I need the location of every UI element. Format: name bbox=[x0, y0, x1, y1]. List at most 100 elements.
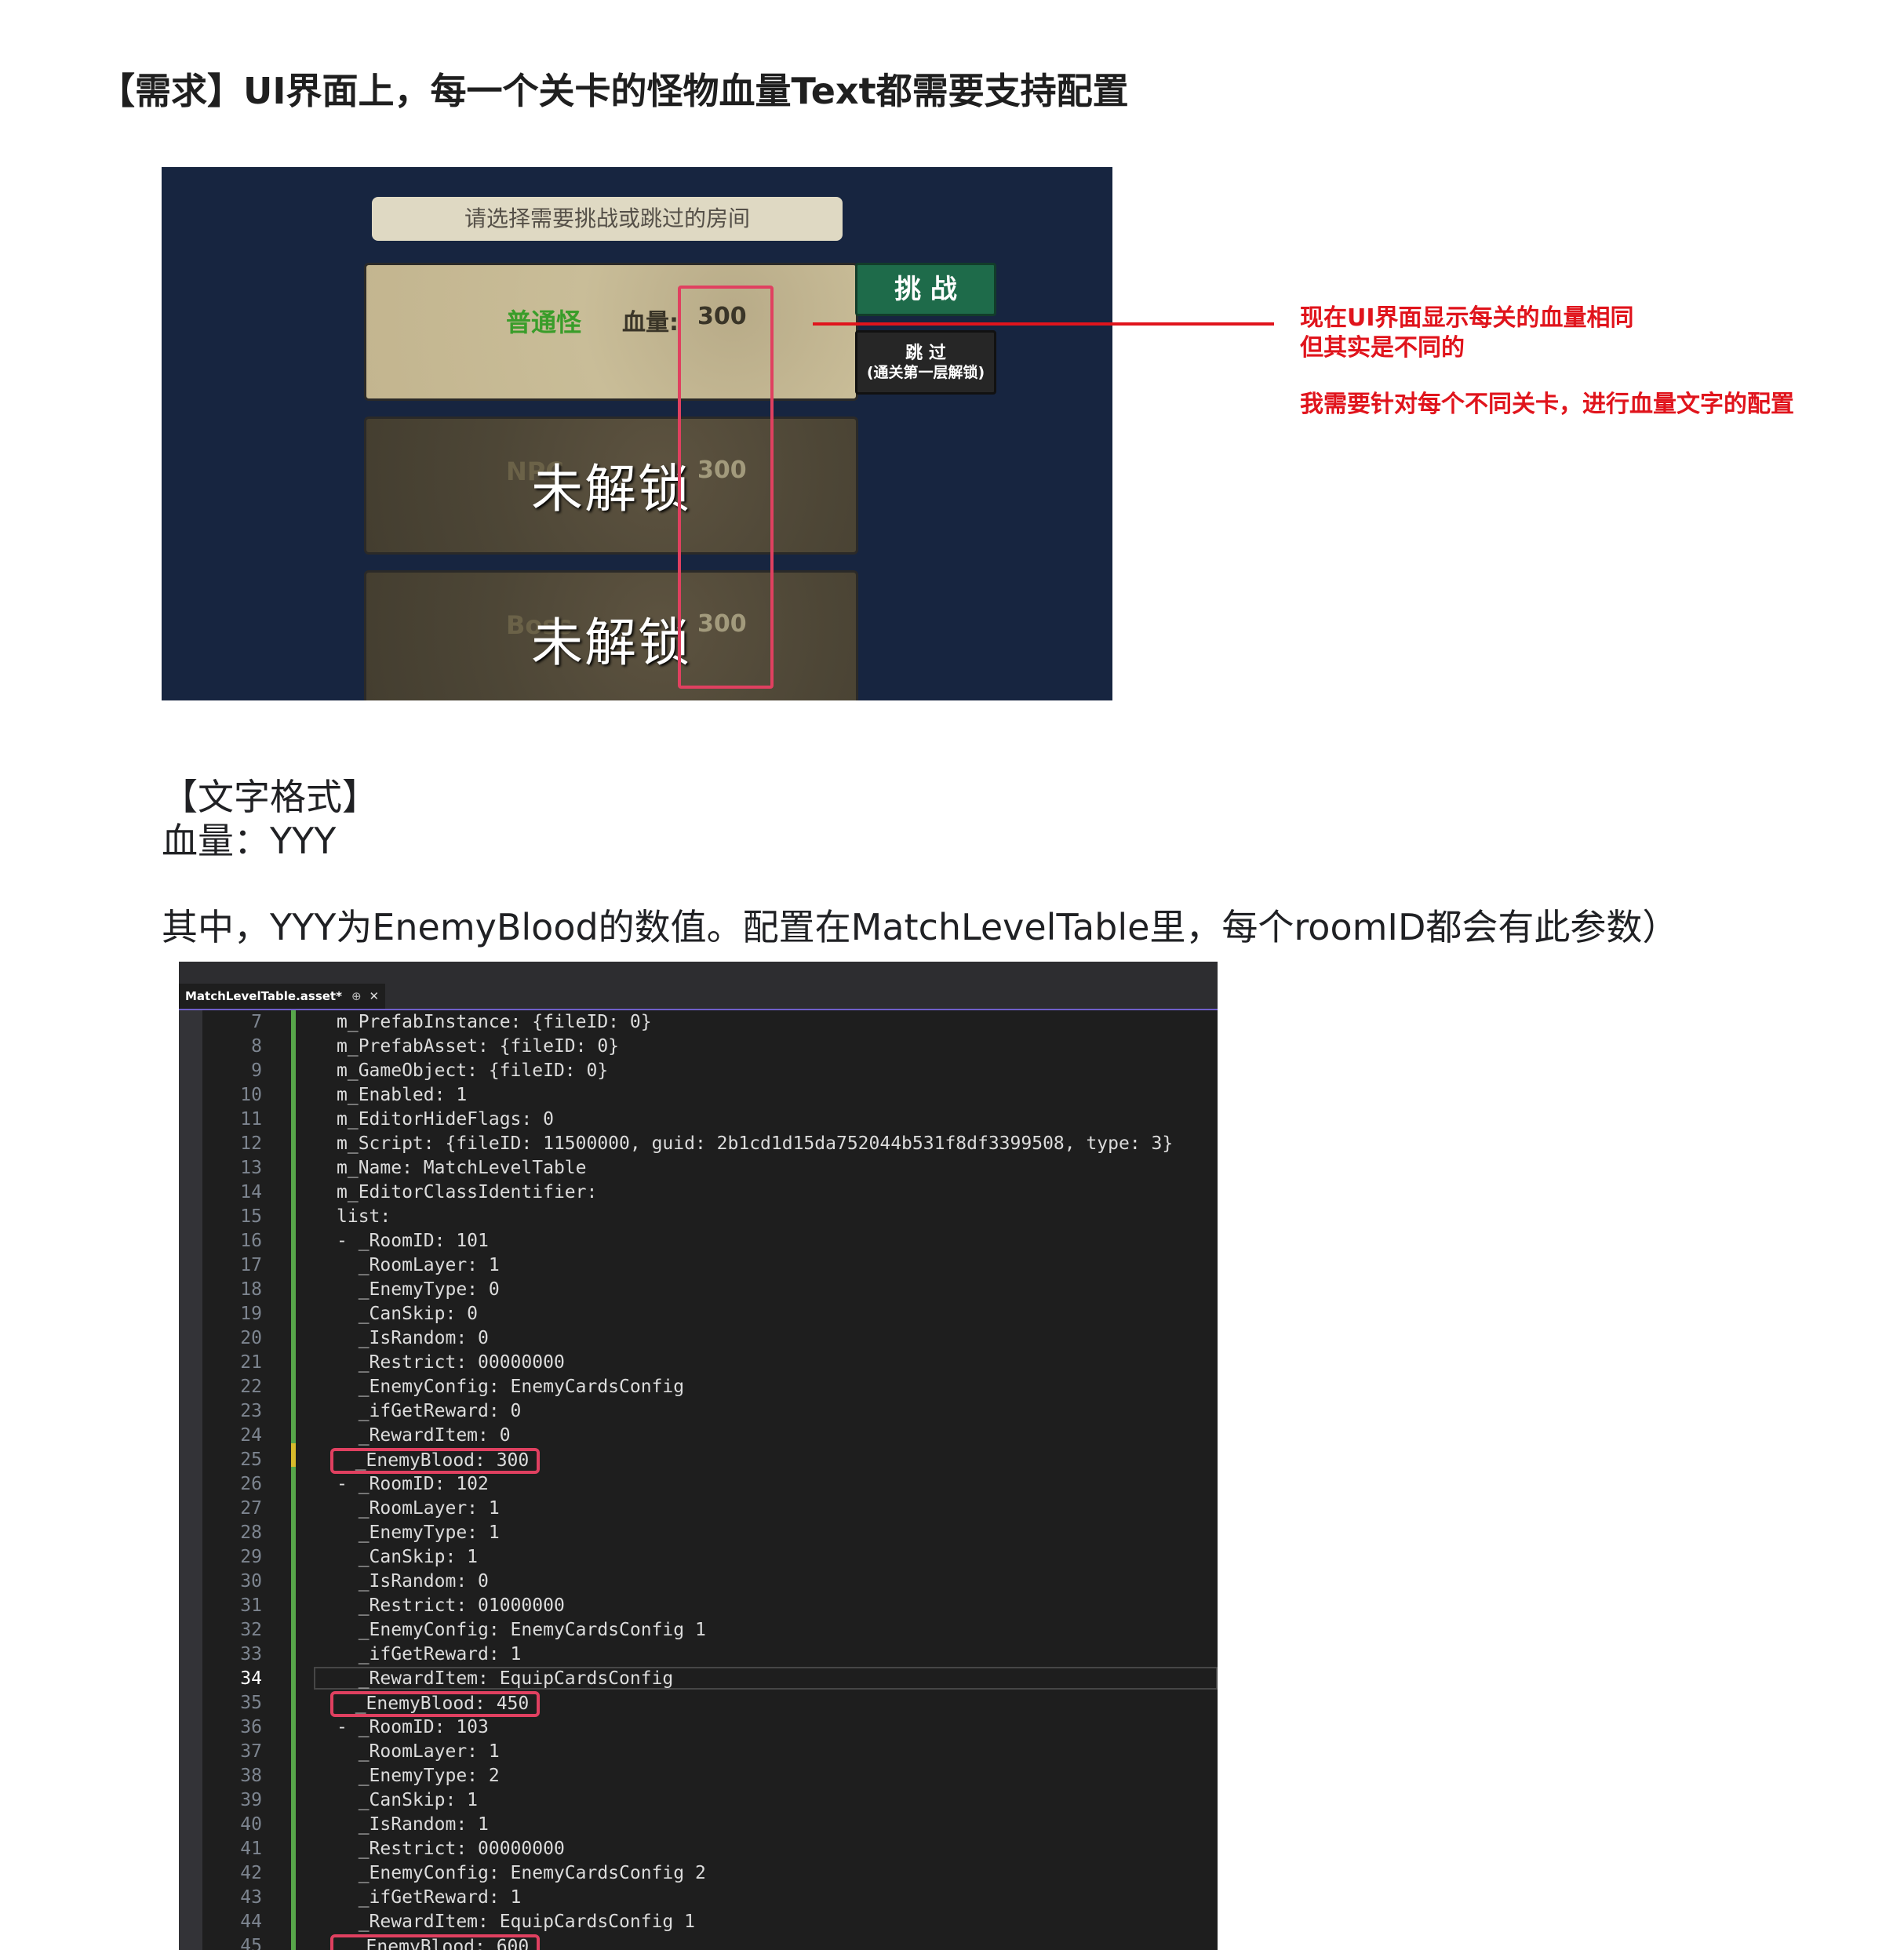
code-line[interactable]: 25 _EnemyBlood: 300 bbox=[179, 1448, 1218, 1474]
code-line[interactable]: 20 _IsRandom: 0 bbox=[179, 1326, 1218, 1351]
line-number: 27 bbox=[240, 1498, 262, 1519]
line-number: 39 bbox=[240, 1790, 262, 1810]
code-line[interactable]: 8 m_PrefabAsset: {fileID: 0} bbox=[179, 1035, 1218, 1059]
code-line[interactable]: 23 _ifGetReward: 0 bbox=[179, 1399, 1218, 1424]
code-line[interactable]: 31 _Restrict: 01000000 bbox=[179, 1594, 1218, 1618]
code-line[interactable]: 38 _EnemyType: 2 bbox=[179, 1764, 1218, 1788]
code-line[interactable]: 22 _EnemyConfig: EnemyCardsConfig bbox=[179, 1375, 1218, 1399]
code-text: _ifGetReward: 1 bbox=[337, 1887, 522, 1908]
code-text: _CanSkip: 0 bbox=[337, 1304, 479, 1324]
code-lines[interactable]: 7 m_PrefabInstance: {fileID: 0} 8 m_PrefabA… bbox=[179, 1010, 1218, 1950]
code-text: _IsRandom: 0 bbox=[337, 1328, 489, 1348]
code-line[interactable]: 30 _IsRandom: 0 bbox=[179, 1570, 1218, 1594]
code-text: _RewardItem: 0 bbox=[337, 1425, 511, 1446]
editor-tab[interactable]: MatchLevelTable.asset* ⊕ ✕ bbox=[179, 984, 386, 1009]
code-line[interactable]: 32 _EnemyConfig: EnemyCardsConfig 1 bbox=[179, 1618, 1218, 1643]
room-card-npc[interactable]: NPC 300 未解锁 bbox=[364, 417, 858, 555]
challenge-button[interactable]: 挑 战 bbox=[855, 263, 996, 316]
code-text: m_Script: {fileID: 11500000, guid: 2b1cd… bbox=[337, 1133, 1174, 1154]
code-line[interactable]: 27 _RoomLayer: 1 bbox=[179, 1497, 1218, 1521]
code-line[interactable]: 35 _EnemyBlood: 450 bbox=[179, 1691, 1218, 1717]
code-editor-screenshot: MatchLevelTable.asset* ⊕ ✕ 7 m_PrefabInstan… bbox=[179, 962, 1218, 1950]
line-number: 13 bbox=[240, 1158, 262, 1178]
code-line[interactable]: 10 m_Enabled: 1 bbox=[179, 1083, 1218, 1108]
line-number: 9 bbox=[251, 1060, 262, 1081]
code-text: m_PrefabAsset: {fileID: 0} bbox=[337, 1036, 620, 1057]
game-screenshot: 请选择需要挑战或跳过的房间 普通怪 血量: 300 NPC 300 未解锁 Bo… bbox=[162, 167, 1112, 700]
code-line[interactable]: 19 _CanSkip: 0 bbox=[179, 1302, 1218, 1326]
line-number: 25 bbox=[240, 1450, 262, 1470]
room-card-normal[interactable]: 普通怪 血量: 300 bbox=[364, 263, 858, 401]
line-number: 11 bbox=[240, 1109, 262, 1130]
format-line: 血量：YYY bbox=[162, 820, 337, 862]
code-line[interactable]: 26 - _RoomID: 102 bbox=[179, 1472, 1218, 1497]
code-text: m_Name: MatchLevelTable bbox=[337, 1158, 587, 1178]
code-line[interactable]: 36 - _RoomID: 103 bbox=[179, 1715, 1218, 1740]
code-text: _EnemyConfig: EnemyCardsConfig 1 bbox=[337, 1620, 706, 1640]
code-text: _EnemyType: 2 bbox=[337, 1766, 500, 1786]
code-line[interactable]: 13 m_Name: MatchLevelTable bbox=[179, 1156, 1218, 1181]
code-text: _RoomLayer: 1 bbox=[337, 1255, 500, 1275]
code-text: _CanSkip: 1 bbox=[337, 1790, 479, 1810]
code-text: _RewardItem: EquipCardsConfig 1 bbox=[337, 1912, 695, 1932]
line-number: 28 bbox=[240, 1523, 262, 1543]
code-text: _EnemyType: 1 bbox=[337, 1523, 500, 1543]
line-number: 26 bbox=[240, 1474, 262, 1494]
line-number: 45 bbox=[240, 1936, 262, 1950]
code-text: m_Enabled: 1 bbox=[337, 1085, 468, 1105]
code-line[interactable]: 17 _RoomLayer: 1 bbox=[179, 1253, 1218, 1278]
code-line[interactable]: 37 _RoomLayer: 1 bbox=[179, 1740, 1218, 1764]
format-description: 其中，YYY为EnemyBlood的数值。配置在MatchLevelTable里… bbox=[162, 906, 1679, 948]
code-line[interactable]: 44 _RewardItem: EquipCardsConfig 1 bbox=[179, 1910, 1218, 1934]
code-line[interactable]: 43 _ifGetReward: 1 bbox=[179, 1886, 1218, 1910]
code-line[interactable]: 14 m_EditorClassIdentifier: bbox=[179, 1181, 1218, 1205]
line-number: 31 bbox=[240, 1595, 262, 1616]
code-line[interactable]: 24 _RewardItem: 0 bbox=[179, 1424, 1218, 1448]
code-line[interactable]: 42 _EnemyConfig: EnemyCardsConfig 2 bbox=[179, 1861, 1218, 1886]
code-line[interactable]: 12 m_Script: {fileID: 11500000, guid: 2b1… bbox=[179, 1132, 1218, 1156]
code-text: m_EditorClassIdentifier: bbox=[337, 1182, 598, 1202]
skip-button[interactable]: 跳 过 (通关第一层解锁) bbox=[855, 330, 996, 395]
code-text: - _RoomID: 102 bbox=[337, 1474, 489, 1494]
line-number: 12 bbox=[240, 1133, 262, 1154]
code-text: _EnemyConfig: EnemyCardsConfig 2 bbox=[337, 1863, 706, 1883]
line-number: 21 bbox=[240, 1352, 262, 1373]
code-line[interactable]: 28 _EnemyType: 1 bbox=[179, 1521, 1218, 1545]
line-number: 35 bbox=[240, 1693, 262, 1713]
code-line[interactable]: 7 m_PrefabInstance: {fileID: 0} bbox=[179, 1010, 1218, 1035]
code-text: _RewardItem: EquipCardsConfig bbox=[337, 1668, 674, 1689]
blood-column-highlight-box bbox=[678, 286, 774, 689]
code-text: _Restrict: 00000000 bbox=[337, 1352, 565, 1373]
line-number: 15 bbox=[240, 1206, 262, 1227]
line-number: 10 bbox=[240, 1085, 262, 1105]
code-text: _ifGetReward: 0 bbox=[337, 1401, 522, 1421]
enemy-blood-highlight: _EnemyBlood: 450 bbox=[330, 1691, 541, 1717]
room-select-title: 请选择需要挑战或跳过的房间 bbox=[372, 197, 843, 241]
enemy-blood-highlight: _EnemyBlood: 300 bbox=[330, 1448, 541, 1474]
editor-tab-label: MatchLevelTable.asset* bbox=[185, 989, 342, 1003]
code-line[interactable]: 34 _RewardItem: EquipCardsConfig bbox=[179, 1667, 1218, 1691]
line-number: 29 bbox=[240, 1547, 262, 1567]
code-line[interactable]: 45 _EnemyBlood: 600 bbox=[179, 1934, 1218, 1950]
code-line[interactable]: 29 _CanSkip: 1 bbox=[179, 1545, 1218, 1570]
annotation-pointer-line bbox=[813, 322, 1274, 326]
code-line[interactable]: 39 _CanSkip: 1 bbox=[179, 1788, 1218, 1813]
line-number: 40 bbox=[240, 1814, 262, 1835]
code-line[interactable]: 15 list: bbox=[179, 1205, 1218, 1229]
code-line[interactable]: 9 m_GameObject: {fileID: 0} bbox=[179, 1059, 1218, 1083]
room-card-boss[interactable]: Boss 300 未解锁 bbox=[364, 570, 858, 700]
code-text: _EnemyConfig: EnemyCardsConfig bbox=[337, 1377, 685, 1397]
code-line[interactable]: 33 _ifGetReward: 1 bbox=[179, 1643, 1218, 1667]
code-line[interactable]: 18 _EnemyType: 0 bbox=[179, 1278, 1218, 1302]
code-line[interactable]: 16 - _RoomID: 101 bbox=[179, 1229, 1218, 1253]
code-text: _IsRandom: 1 bbox=[337, 1814, 489, 1835]
code-line[interactable]: 21 _Restrict: 00000000 bbox=[179, 1351, 1218, 1375]
close-icon[interactable]: ✕ bbox=[370, 989, 380, 1003]
code-line[interactable]: 11 m_EditorHideFlags: 0 bbox=[179, 1108, 1218, 1132]
line-number: 43 bbox=[240, 1887, 262, 1908]
code-text: _Restrict: 01000000 bbox=[337, 1595, 565, 1616]
code-line[interactable]: 41 _Restrict: 00000000 bbox=[179, 1837, 1218, 1861]
code-line[interactable]: 40 _IsRandom: 1 bbox=[179, 1813, 1218, 1837]
code-text: m_PrefabInstance: {fileID: 0} bbox=[337, 1012, 652, 1032]
pin-icon[interactable]: ⊕ bbox=[351, 989, 362, 1003]
